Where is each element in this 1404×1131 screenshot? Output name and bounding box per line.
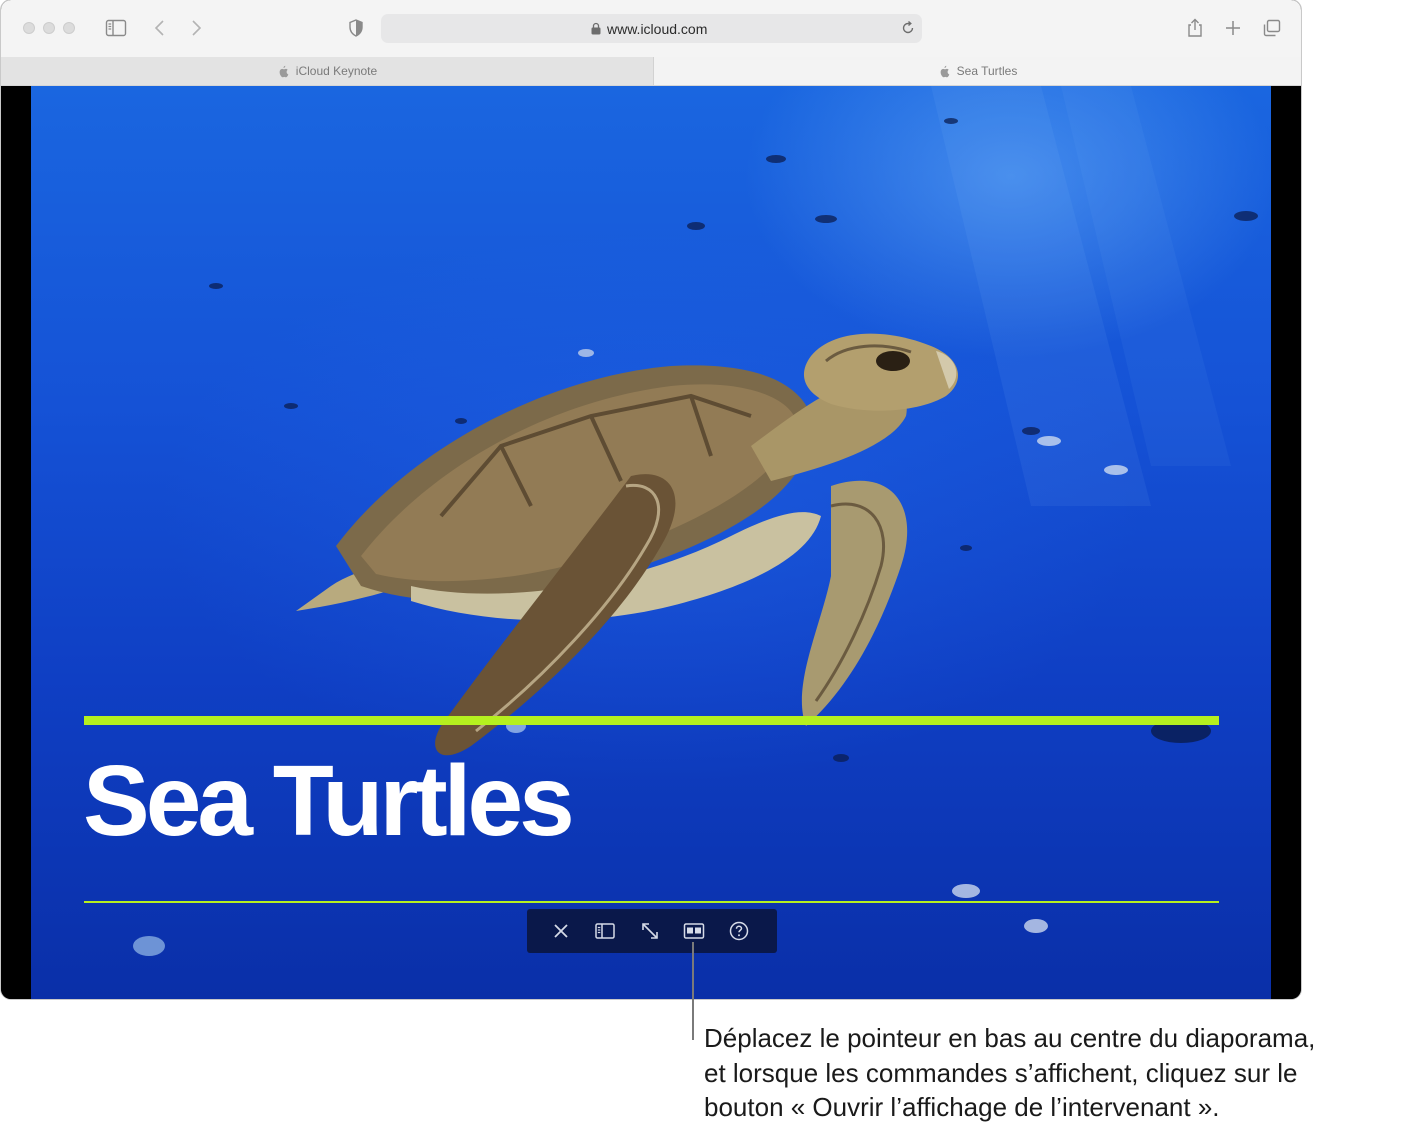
- shield-icon[interactable]: [344, 17, 368, 39]
- apple-icon: [940, 65, 949, 77]
- share-icon[interactable]: [1183, 17, 1207, 39]
- slide-title: Sea Turtles: [83, 745, 575, 857]
- chevron-right-icon[interactable]: [184, 17, 208, 39]
- browser-toolbar: www.icloud.com: [1, 0, 1301, 58]
- tab-label: Sea Turtles: [956, 64, 1018, 78]
- sidebar-icon[interactable]: [104, 17, 128, 39]
- accent-rule-top: [84, 716, 1219, 725]
- tab-overview-icon[interactable]: [1260, 17, 1284, 39]
- callout-line-2: et lorsque les commandes s’affichent, cl…: [704, 1057, 1298, 1088]
- browser-window: www.icloud.com iCloud Keynote Sea Turtle…: [1, 0, 1301, 999]
- callout-caption: Déplacez le pointeur en bas au centre du…: [704, 1021, 1404, 1125]
- reload-icon[interactable]: [900, 20, 916, 36]
- slideshow-area[interactable]: Sea Turtles: [1, 86, 1301, 999]
- accent-rule-bottom: [84, 901, 1219, 903]
- tab-sea-turtles[interactable]: Sea Turtles: [654, 57, 1301, 85]
- address-bar[interactable]: www.icloud.com: [381, 14, 922, 43]
- tab-icloud-keynote[interactable]: iCloud Keynote: [1, 57, 654, 85]
- callout-line-1: Déplacez le pointeur en bas au centre du…: [704, 1023, 1316, 1053]
- tab-bar: iCloud Keynote Sea Turtles: [1, 57, 1301, 86]
- url-text: www.icloud.com: [607, 21, 708, 37]
- help-icon[interactable]: [727, 919, 751, 943]
- tab-label: iCloud Keynote: [295, 64, 378, 78]
- slide: Sea Turtles: [31, 86, 1271, 999]
- callout-leader-line: [692, 942, 694, 1040]
- close-window-button[interactable]: [23, 22, 35, 34]
- close-icon[interactable]: [549, 919, 573, 943]
- presenter-display-icon[interactable]: [682, 919, 706, 943]
- sidebar-icon[interactable]: [593, 919, 617, 943]
- slideshow-controls: [527, 909, 777, 953]
- chevron-left-icon[interactable]: [148, 17, 172, 39]
- sea-turtle-photo: [133, 86, 1258, 956]
- fullscreen-icon[interactable]: [638, 919, 662, 943]
- minimize-window-button[interactable]: [43, 22, 55, 34]
- apple-icon: [279, 65, 289, 77]
- sea-turtle: [296, 333, 958, 756]
- lock-icon: [591, 22, 601, 35]
- zoom-window-button[interactable]: [63, 22, 75, 34]
- callout-line-3: bouton « Ouvrir l’affichage de l’interve…: [704, 1092, 1220, 1122]
- plus-icon[interactable]: [1221, 17, 1245, 39]
